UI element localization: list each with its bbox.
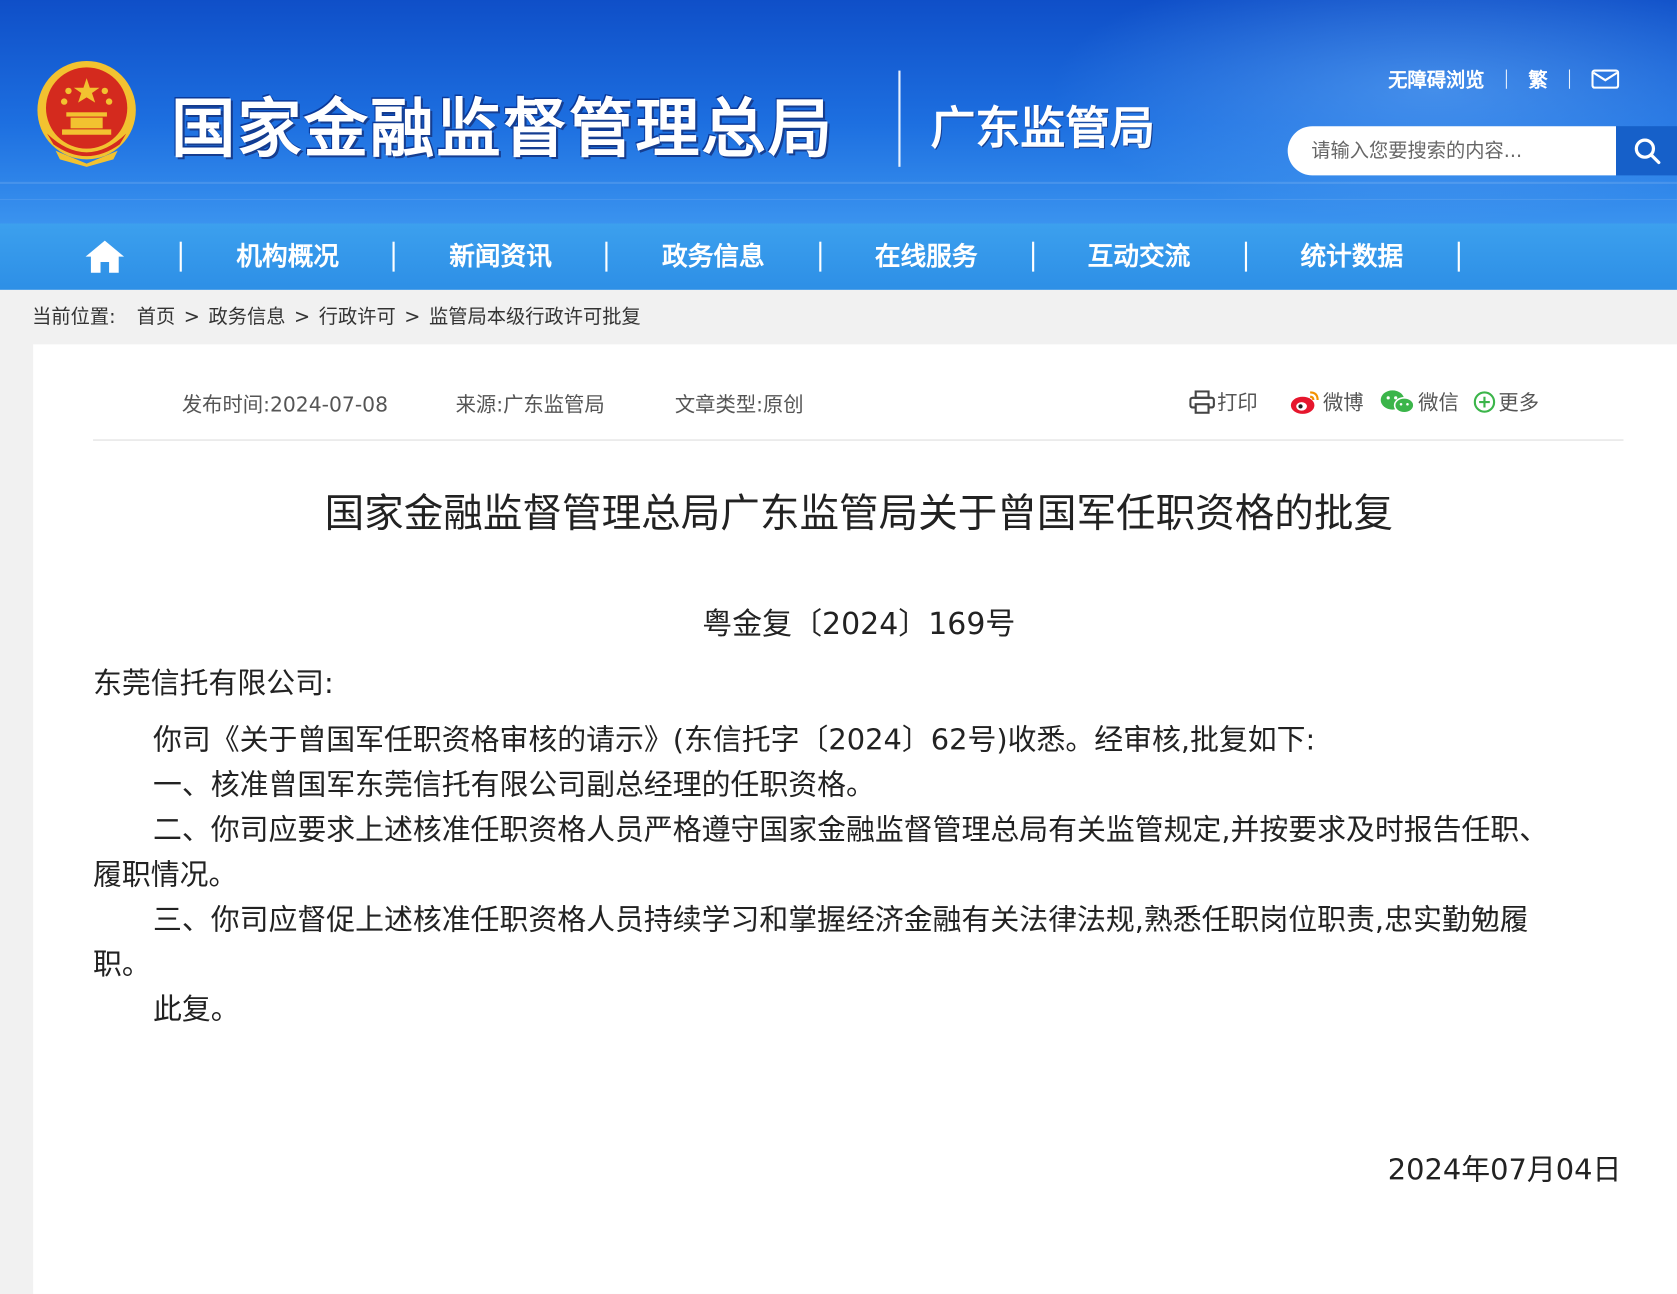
page: 国家金融监督管理总局 广东监管局 无障碍浏览 繁 机构概况	[0, 0, 1677, 1294]
nav-separator	[392, 241, 395, 272]
nav-item-online-service[interactable]: 在线服务	[873, 224, 980, 290]
body-paragraph-continued: 履职情况。	[93, 858, 238, 892]
weibo-label: 微博	[1322, 391, 1364, 415]
breadcrumb-label: 当前位置:	[32, 305, 116, 329]
search-input[interactable]	[1287, 126, 1617, 176]
nav-item-statistics[interactable]: 统计数据	[1298, 224, 1405, 290]
weibo-share-button[interactable]: 微博	[1289, 387, 1364, 416]
body-paragraph: 一、核准曾国军东莞信托有限公司副总经理的任职资格。	[152, 768, 875, 803]
article-type: 文章类型:原创	[674, 393, 804, 418]
body-paragraph: 你司《关于曾国军任职资格审核的请示》(东信托字〔2024〕62号)收悉。经审核,…	[152, 723, 1316, 758]
printer-icon	[1189, 389, 1215, 414]
more-share-button[interactable]: 更多	[1473, 387, 1539, 416]
nav-item-interaction[interactable]: 互动交流	[1086, 224, 1193, 290]
meta-divider	[93, 439, 1624, 441]
breadcrumb: 当前位置: 首页 > 政务信息 > 行政许可 > 监管局本级行政许可批复	[32, 290, 641, 346]
print-label: 打印	[1217, 391, 1258, 415]
addressee: 东莞信托有限公司:	[93, 667, 334, 701]
nav-item-org-overview[interactable]: 机构概况	[234, 224, 341, 290]
nav-separator	[605, 241, 608, 272]
closing-line: 此复。	[152, 993, 240, 1027]
nav-item-gov-info[interactable]: 政务信息	[660, 224, 767, 290]
title-divider	[898, 70, 901, 167]
accessibility-link[interactable]: 无障碍浏览	[1388, 65, 1484, 93]
search-icon	[1634, 138, 1660, 165]
site-subtitle: 广东监管局	[930, 101, 1156, 154]
body-paragraph: 三、你司应督促上述核准任职资格人员持续学习和掌握经济金融有关法律法规,熟悉任职岗…	[152, 903, 1529, 937]
breadcrumb-gov-info[interactable]: 政务信息	[208, 306, 285, 328]
article-container: 发布时间:2024-07-08 来源:广东监管局 文章类型:原创 打印 微博 微…	[33, 344, 1677, 1294]
main-nav: 机构概况 新闻资讯 政务信息 在线服务 互动交流 统计数据	[0, 223, 1677, 290]
breadcrumb-current[interactable]: 监管局本级行政许可批复	[429, 306, 641, 328]
breadcrumb-separator: >	[183, 305, 200, 329]
nav-separator	[1457, 241, 1460, 272]
breadcrumb-admin-license[interactable]: 行政许可	[319, 306, 396, 328]
top-links: 无障碍浏览 繁	[1388, 64, 1620, 94]
nav-separator	[1032, 241, 1035, 272]
header-decor-line	[0, 181, 1677, 184]
traditional-chinese-link[interactable]: 繁	[1528, 65, 1547, 93]
site-title: 国家金融监督管理总局	[171, 91, 835, 167]
weibo-icon	[1290, 390, 1319, 414]
print-button[interactable]: 打印	[1189, 387, 1258, 416]
wechat-share-button[interactable]: 微信	[1380, 387, 1459, 416]
breadcrumb-separator: >	[404, 305, 421, 329]
document-date: 2024年07月04日	[1387, 1153, 1622, 1188]
nav-separator	[819, 241, 822, 272]
home-icon[interactable]	[83, 238, 126, 274]
body-paragraph: 二、你司应要求上述核准任职资格人员严格遵守国家金融监督管理总局有关监管规定,并按…	[152, 813, 1549, 847]
site-header: 国家金融监督管理总局 广东监管局 无障碍浏览 繁	[0, 0, 1677, 224]
search-button[interactable]	[1616, 126, 1677, 176]
body-paragraph-continued: 职。	[93, 948, 151, 982]
nav-separator	[179, 241, 182, 272]
nav-item-news[interactable]: 新闻资讯	[447, 224, 554, 290]
article-source: 来源:广东监管局	[455, 393, 605, 418]
link-separator	[1505, 69, 1507, 89]
mail-icon[interactable]	[1591, 69, 1620, 89]
nav-separator	[1244, 241, 1248, 272]
wechat-icon	[1380, 389, 1415, 414]
link-separator	[1568, 69, 1571, 89]
breadcrumb-separator: >	[294, 305, 311, 329]
breadcrumb-home[interactable]: 首页	[137, 306, 176, 328]
wechat-label: 微信	[1418, 391, 1459, 415]
national-emblem-icon	[37, 60, 136, 167]
plus-circle-icon	[1473, 390, 1496, 413]
article-title: 国家金融监督管理总局广东监管局关于曾国军任职资格的批复	[324, 490, 1394, 537]
more-label: 更多	[1498, 391, 1540, 415]
publish-time: 发布时间:2024-07-08	[181, 393, 389, 418]
document-number: 粤金复〔2024〕169号	[702, 606, 1016, 642]
header-decor-line	[0, 198, 1677, 200]
